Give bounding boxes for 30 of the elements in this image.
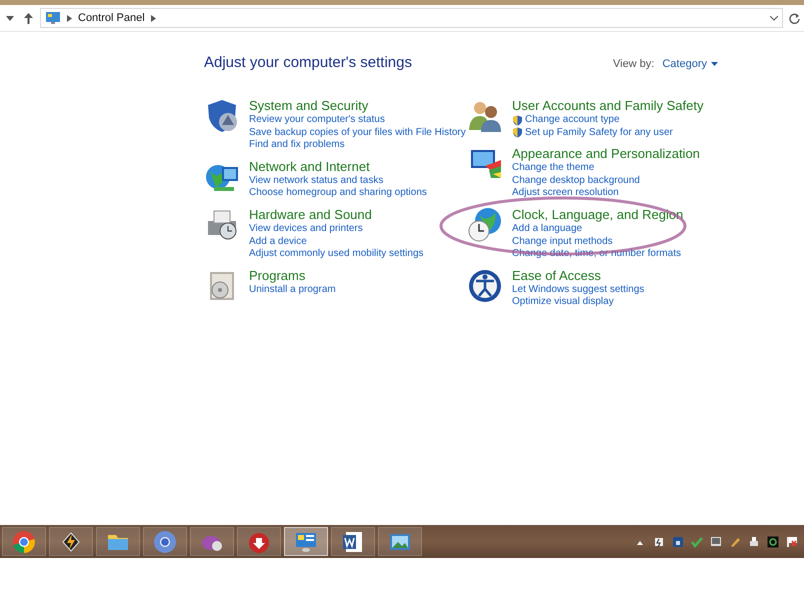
settings-link[interactable]: Add a language bbox=[512, 222, 582, 236]
settings-link[interactable]: Add a device bbox=[249, 236, 307, 248]
settings-link[interactable]: Review your computer's status bbox=[249, 114, 385, 127]
page-heading: Adjust your computer's settings bbox=[204, 54, 412, 71]
settings-link[interactable]: Save backup copies of your files with File History bbox=[249, 126, 466, 140]
category-title[interactable]: Network and Internet bbox=[249, 158, 370, 175]
settings-link[interactable]: Adjust screen resolution bbox=[512, 187, 619, 200]
settings-link[interactable]: View network status and tasks bbox=[249, 174, 384, 188]
category-title[interactable]: Hardware and Sound bbox=[249, 206, 372, 223]
settings-link[interactable]: Uninstall a program bbox=[249, 284, 336, 296]
settings-link[interactable]: View devices and printers bbox=[249, 222, 363, 236]
settings-link[interactable]: Change the theme bbox=[512, 162, 594, 175]
view-by-dropdown[interactable]: Category bbox=[662, 58, 718, 70]
settings-link[interactable]: Adjust commonly used mobility settings bbox=[249, 248, 424, 261]
category-title[interactable]: Appearance and Personalization bbox=[512, 146, 700, 162]
category-title[interactable]: User Accounts and Family Safety bbox=[512, 98, 704, 114]
settings-link[interactable]: Change desktop background bbox=[512, 174, 640, 188]
settings-link[interactable]: Find and fix problems bbox=[249, 139, 345, 152]
category-title[interactable]: System and Security bbox=[249, 98, 368, 114]
category-title[interactable]: Ease of Access bbox=[512, 268, 601, 284]
breadcrumb[interactable]: Control Panel bbox=[78, 12, 145, 24]
settings-link[interactable]: Set up Family Safety for any user bbox=[525, 126, 673, 140]
settings-link[interactable]: Let Windows suggest settings bbox=[512, 284, 644, 296]
view-by-label: View by: bbox=[612, 58, 654, 70]
settings-link[interactable]: Change input methods bbox=[512, 236, 613, 248]
settings-link[interactable]: Choose homegroup and sharing options bbox=[249, 187, 427, 200]
settings-link[interactable]: Change account type bbox=[525, 114, 620, 127]
settings-link[interactable]: Optimize visual display bbox=[512, 296, 614, 309]
address-bar[interactable]: Control Panel bbox=[40, 8, 783, 28]
category-title[interactable]: Programs bbox=[249, 268, 306, 284]
